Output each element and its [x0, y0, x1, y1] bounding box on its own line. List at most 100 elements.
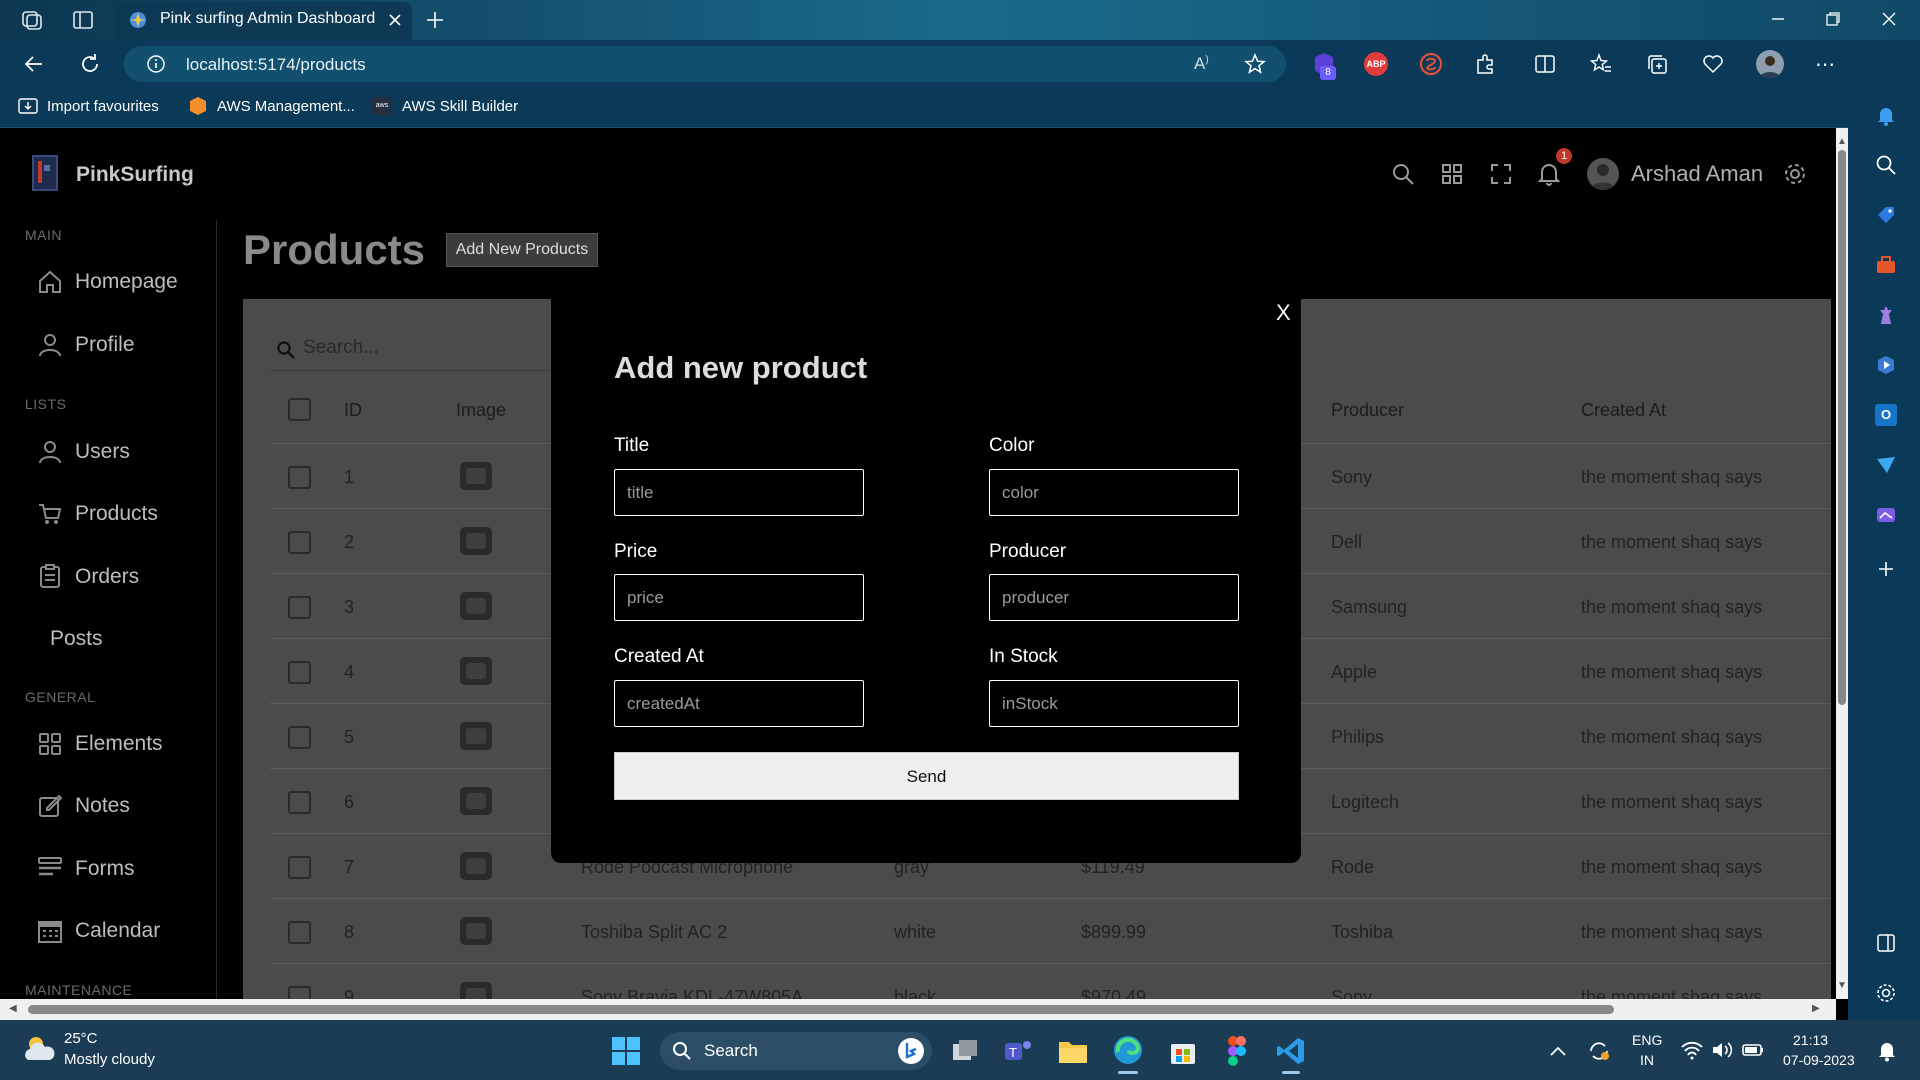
row-checkbox[interactable] [288, 466, 311, 489]
hide-sidebar-icon[interactable] [1875, 932, 1897, 954]
title-input[interactable] [614, 469, 864, 516]
browser-essentials-icon[interactable] [1702, 53, 1724, 75]
split-screen-icon[interactable] [1534, 53, 1556, 75]
refresh-icon[interactable] [78, 52, 102, 76]
brand-name[interactable]: PinkSurfing [76, 163, 194, 187]
search-icon[interactable] [1391, 162, 1415, 186]
search-sidebar-icon[interactable] [1875, 154, 1897, 176]
workspaces-icon[interactable] [20, 9, 44, 31]
vscode-icon[interactable] [1276, 1036, 1306, 1066]
minimize-icon[interactable] [1770, 11, 1786, 27]
bell-icon[interactable] [1538, 162, 1560, 186]
file-explorer-icon[interactable] [1057, 1036, 1089, 1066]
sidebar-item-products[interactable]: Products [75, 502, 158, 526]
row-checkbox[interactable] [288, 596, 311, 619]
horizontal-scroll-thumb[interactable] [28, 1005, 1614, 1014]
designer-icon[interactable] [1875, 504, 1897, 526]
weather-text[interactable]: Mostly cloudy [64, 1051, 155, 1068]
shopping-icon[interactable] [1875, 204, 1897, 226]
fav-aws-management[interactable]: AWS Management... [217, 98, 355, 115]
modal-close-button[interactable]: X [1276, 300, 1291, 326]
extensions-puzzle-icon[interactable] [1474, 52, 1498, 76]
store-icon[interactable] [1168, 1036, 1198, 1066]
battery-icon[interactable] [1741, 1040, 1765, 1060]
apps-grid-icon[interactable] [1441, 163, 1463, 185]
more-options-icon[interactable]: ⋯ [1815, 52, 1835, 77]
notification-sidebar-icon[interactable] [1875, 104, 1897, 126]
favourites-icon[interactable] [1590, 53, 1612, 75]
color-input[interactable] [989, 469, 1239, 516]
scroll-left-icon[interactable]: ◀ [9, 1003, 17, 1014]
add-new-products-button[interactable]: Add New Products [446, 233, 598, 267]
vertical-scroll-thumb[interactable] [1838, 150, 1846, 705]
read-aloud-icon[interactable]: A) [1194, 54, 1209, 74]
show-hidden-icons[interactable] [1549, 1044, 1567, 1058]
scroll-down-icon[interactable]: ▼ [1837, 980, 1847, 991]
site-info-icon[interactable] [146, 54, 166, 74]
in-stock-input[interactable] [989, 680, 1239, 727]
row-checkbox[interactable] [288, 531, 311, 554]
row-checkbox[interactable] [288, 921, 311, 944]
tools-icon[interactable] [1875, 254, 1897, 276]
sidebar-item-calendar[interactable]: Calendar [75, 919, 160, 943]
back-icon[interactable] [22, 52, 46, 76]
new-tab-icon[interactable] [424, 9, 446, 31]
wifi-icon[interactable] [1680, 1040, 1704, 1060]
settings-gear-icon[interactable] [1783, 162, 1807, 186]
windows-start-icon[interactable] [611, 1036, 641, 1066]
row-checkbox[interactable] [288, 726, 311, 749]
sidebar-item-homepage[interactable]: Homepage [75, 270, 178, 294]
row-checkbox[interactable] [288, 661, 311, 684]
games-icon[interactable] [1875, 304, 1897, 326]
column-header-image[interactable]: Image [456, 400, 506, 421]
temperature[interactable]: 25°C [64, 1030, 98, 1047]
column-header-created-at[interactable]: Created At [1581, 400, 1666, 421]
volume-icon[interactable] [1711, 1040, 1735, 1060]
outlook-icon[interactable]: O [1875, 404, 1897, 426]
close-window-icon[interactable] [1881, 11, 1897, 27]
user-avatar[interactable] [1587, 158, 1619, 190]
sidebar-item-posts[interactable]: Posts [50, 627, 103, 651]
profile-avatar[interactable] [1756, 50, 1784, 78]
sidebar-item-forms[interactable]: Forms [75, 857, 135, 881]
scroll-up-icon[interactable]: ▲ [1837, 136, 1847, 147]
edge-icon[interactable] [1112, 1034, 1144, 1066]
sidebar-item-orders[interactable]: Orders [75, 565, 139, 589]
clock-time[interactable]: 21:13 [1793, 1032, 1828, 1048]
column-header-producer[interactable]: Producer [1331, 400, 1404, 421]
adblock-icon[interactable]: ABP [1364, 52, 1388, 76]
region-code[interactable]: IN [1640, 1052, 1654, 1068]
created-at-input[interactable] [614, 680, 864, 727]
s-extension-icon[interactable] [1419, 52, 1443, 76]
producer-input[interactable] [989, 574, 1239, 621]
price-input[interactable] [614, 574, 864, 621]
task-view-icon[interactable] [950, 1036, 980, 1066]
sidebar-item-users[interactable]: Users [75, 440, 130, 464]
clock-date[interactable]: 07-09-2023 [1783, 1052, 1855, 1068]
sidebar-settings-icon[interactable] [1875, 982, 1897, 1004]
row-checkbox[interactable] [288, 791, 311, 814]
microsoft-365-icon[interactable] [1875, 354, 1897, 376]
add-sidebar-app-icon[interactable] [1875, 558, 1897, 580]
sidebar-item-elements[interactable]: Elements [75, 732, 163, 756]
language-code[interactable]: ENG [1632, 1032, 1662, 1048]
select-all-checkbox[interactable] [288, 398, 311, 421]
row-checkbox[interactable] [288, 856, 311, 879]
drop-icon[interactable] [1875, 454, 1897, 476]
notification-center-icon[interactable] [1877, 1040, 1897, 1062]
scroll-right-icon[interactable]: ▶ [1812, 1003, 1820, 1014]
taskbar-search-box[interactable] [660, 1032, 932, 1070]
close-tab-icon[interactable] [387, 12, 403, 28]
favourite-star-icon[interactable] [1244, 53, 1266, 75]
url-text[interactable]: localhost:5174/products [186, 55, 366, 75]
sidebar-item-notes[interactable]: Notes [75, 794, 130, 818]
fav-import[interactable]: Import favourites [47, 98, 159, 115]
sidebar-item-profile[interactable]: Profile [75, 333, 135, 357]
column-header-id[interactable]: ID [344, 400, 362, 421]
send-button[interactable]: Send [614, 752, 1239, 800]
grid-search-input[interactable]: Search... [303, 337, 379, 359]
user-name[interactable]: Arshad Aman [1631, 161, 1763, 187]
sync-status-icon[interactable] [1587, 1039, 1611, 1063]
restore-icon[interactable] [1825, 11, 1841, 27]
figma-icon[interactable] [1225, 1035, 1249, 1067]
